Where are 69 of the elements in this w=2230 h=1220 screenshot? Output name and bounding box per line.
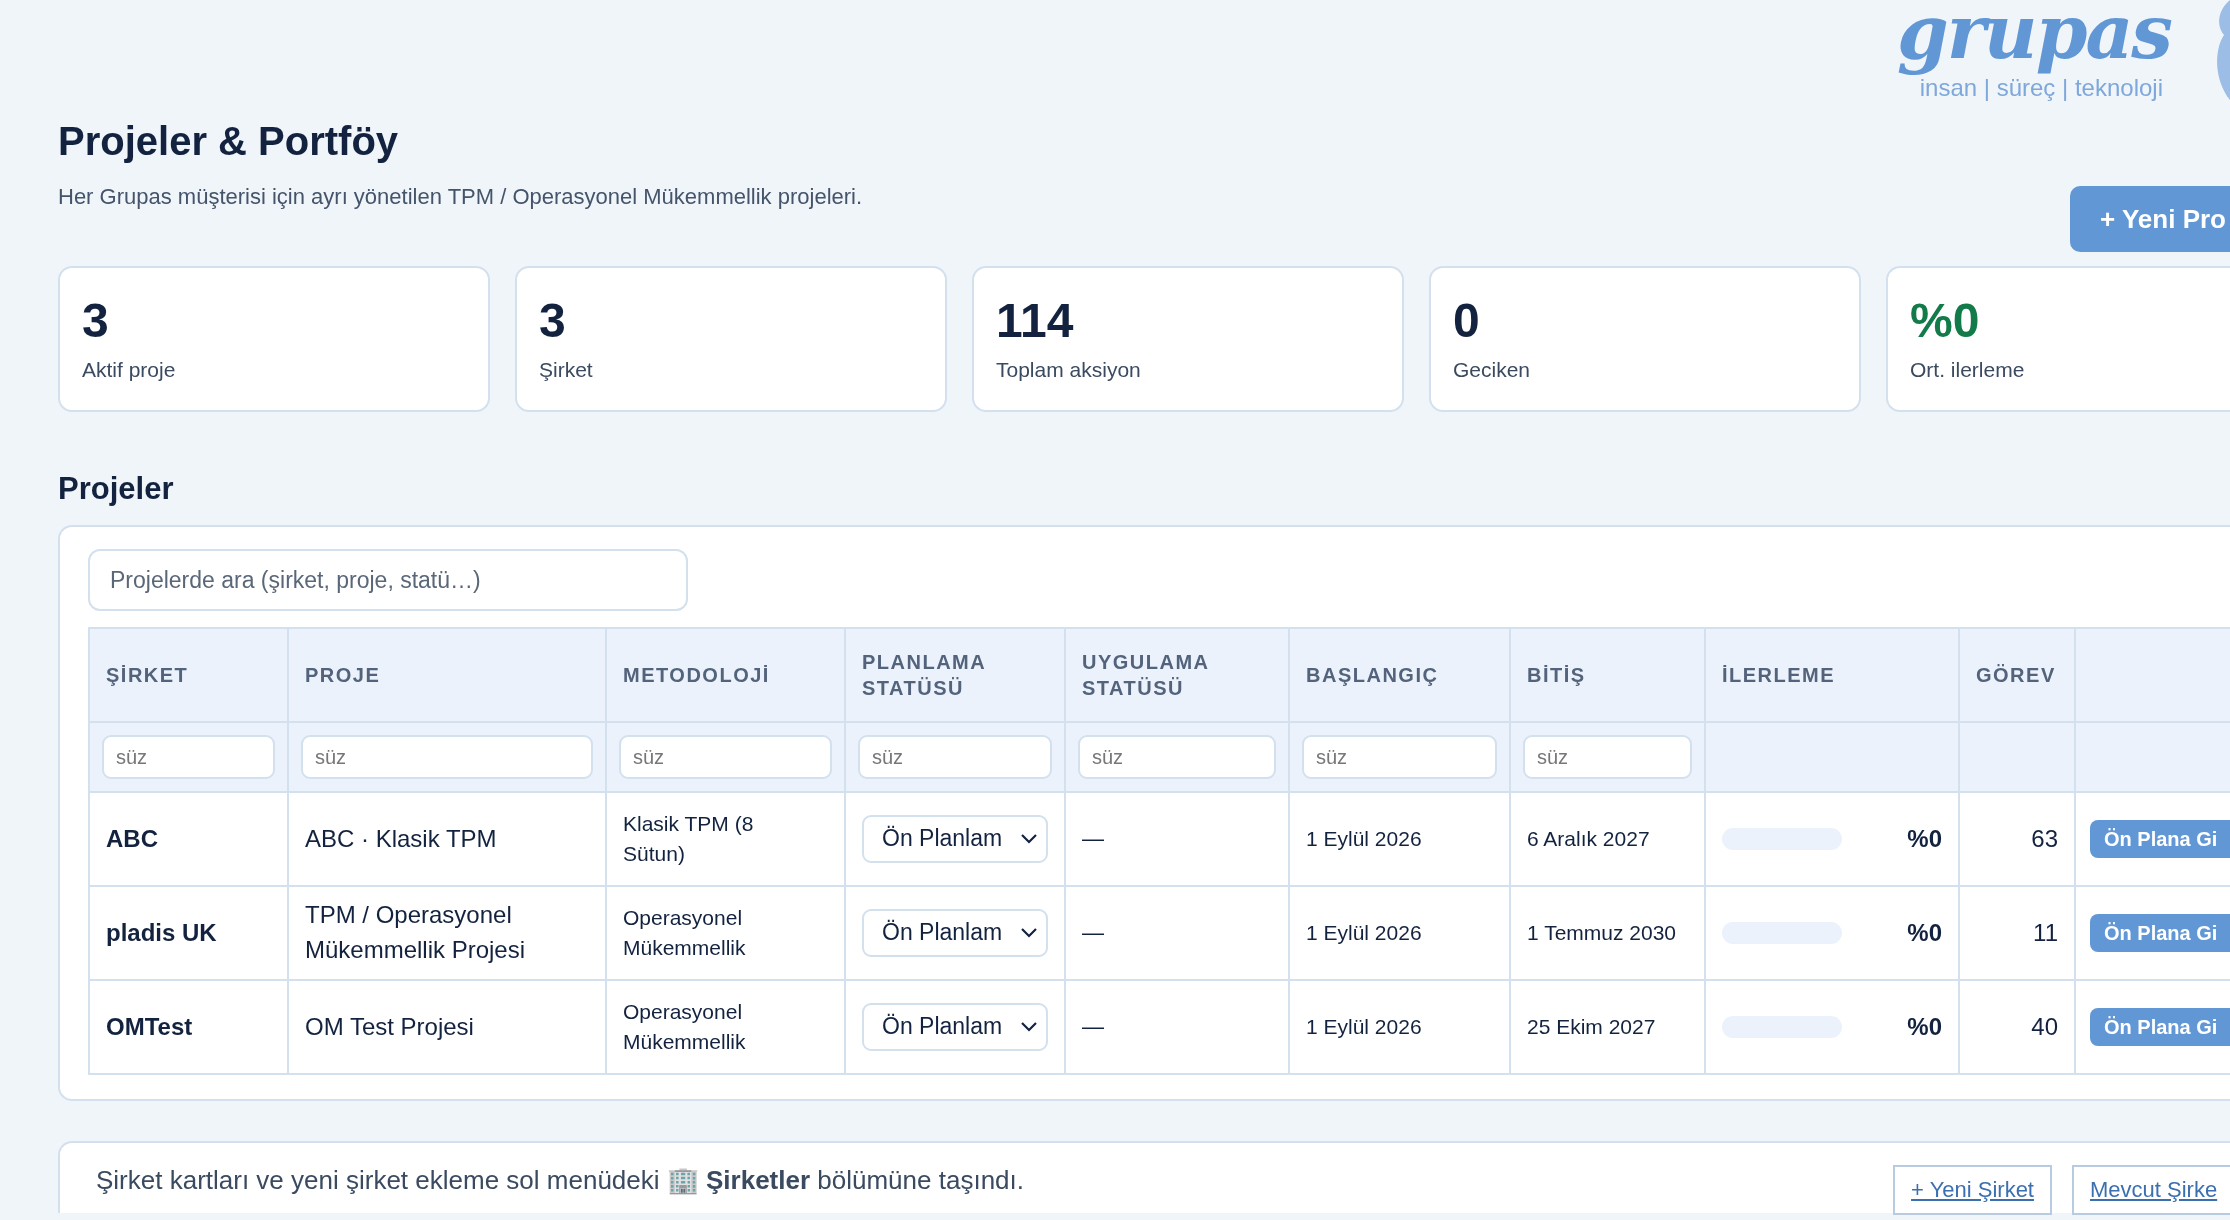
column-header: İLERLEME — [1705, 628, 1959, 722]
execution-status: — — [1082, 826, 1104, 852]
filter-field[interactable]: süz — [1302, 735, 1497, 779]
column-header: ŞİRKET — [89, 628, 288, 722]
methodology-text: Operasyonel Mükemmellik — [623, 905, 746, 959]
company-name: OMTest — [106, 1012, 193, 1040]
start-date: 1 Eylül 2026 — [1306, 826, 1422, 850]
project-name: OM Test Projesi — [305, 1012, 474, 1040]
project-name: ABC · Klasik TPM — [305, 824, 497, 852]
status-dropdown[interactable]: Ön Planlam — [862, 909, 1048, 957]
end-date: 25 Ekim 2027 — [1527, 1014, 1656, 1038]
stat-label: Toplam aksiyon — [996, 357, 1142, 382]
start-date: 1 Eylül 2026 — [1306, 920, 1422, 944]
progress-value: %0 — [1907, 1011, 1942, 1042]
company-name: pladis UK — [106, 918, 217, 946]
column-header: GÖREV — [1959, 628, 2075, 722]
new-project-button[interactable]: + Yeni Pro — [2070, 186, 2230, 252]
chevron-down-icon — [1020, 1021, 1038, 1033]
column-header: BAŞLANGIÇ — [1289, 628, 1510, 722]
execution-status: — — [1082, 920, 1104, 946]
filter-field[interactable]: süz — [858, 735, 1052, 779]
end-date: 6 Aralık 2027 — [1527, 826, 1650, 850]
stat-label: Aktif proje — [82, 357, 177, 382]
stat-label: Ort. ilerleme — [1910, 357, 2026, 382]
page-subtitle: Her Grupas müşterisi için ayrı yönetilen TPM / Operasyonel Mükemmellik projeleri. — [58, 184, 863, 210]
status-dropdown[interactable]: Ön Planlam — [862, 815, 1048, 863]
stat-value: 3 — [82, 293, 110, 349]
filter-field[interactable]: süz — [1523, 735, 1692, 779]
end-date: 1 Temmuz 2030 — [1527, 920, 1677, 944]
info-text: Şirket kartları ve yeni şirket ekleme sol menüdeki 🏢 Şirketler bölümüne taşındı. — [96, 1165, 1024, 1196]
go-to-plan-button[interactable]: Ön Plana Gi — [2090, 1008, 2230, 1046]
go-to-plan-button[interactable]: Ön Plana Gi — [2090, 820, 2230, 858]
filter-field[interactable]: süz — [1078, 735, 1276, 779]
section-title: Projeler — [58, 470, 175, 508]
task-count: 40 — [2031, 1012, 2058, 1040]
page-title: Projeler & Portföy — [58, 119, 400, 164]
progress-value: %0 — [1907, 823, 1942, 854]
company-name: ABC — [106, 824, 158, 852]
chevron-down-icon — [1020, 927, 1038, 939]
logo-tagline: insan | süreç | teknoloji — [1919, 75, 2163, 102]
search-field[interactable]: Projelerde ara (şirket, proje, statü…) — [88, 549, 688, 611]
column-header: BİTİŞ — [1510, 628, 1705, 722]
filter-field[interactable]: süz — [619, 735, 832, 779]
stat-label: Şirket — [539, 357, 594, 382]
column-header: METODOLOJİ — [606, 628, 845, 722]
stat-value: 0 — [1453, 293, 1481, 349]
project-name: TPM / Operasyonel Mükemmellik Projesi — [305, 901, 526, 963]
stat-value: 3 — [539, 293, 567, 349]
filter-field[interactable]: süz — [102, 735, 275, 779]
company-link-button[interactable]: + Yeni Şirket — [1893, 1165, 2052, 1215]
progress-value: %0 — [1907, 917, 1942, 948]
go-to-plan-button[interactable]: Ön Plana Gi — [2090, 914, 2230, 952]
methodology-text: Klasik TPM (8 Sütun) — [623, 811, 754, 865]
stat-label: Geciken — [1453, 357, 1532, 382]
stat-value: 114 — [996, 293, 1075, 349]
execution-status: — — [1082, 1014, 1104, 1040]
stat-value: %0 — [1910, 293, 1981, 349]
methodology-text: Operasyonel Mükemmellik — [623, 999, 746, 1053]
filter-field[interactable]: süz — [301, 735, 593, 779]
status-dropdown[interactable]: Ön Planlam — [862, 1003, 1048, 1051]
task-count: 63 — [2031, 824, 2058, 852]
chevron-down-icon — [1020, 833, 1038, 845]
column-header: PLANLAMA STATÜSÜ — [845, 628, 1065, 722]
column-header: PROJE — [288, 628, 606, 722]
task-count: 11 — [2033, 918, 2058, 946]
column-header: UYGULAMA STATÜSÜ — [1065, 628, 1289, 722]
logo-wordmark: grupas — [1896, 0, 2173, 76]
start-date: 1 Eylül 2026 — [1306, 1014, 1422, 1038]
company-link-button[interactable]: Mevcut Şirke — [2072, 1165, 2230, 1215]
